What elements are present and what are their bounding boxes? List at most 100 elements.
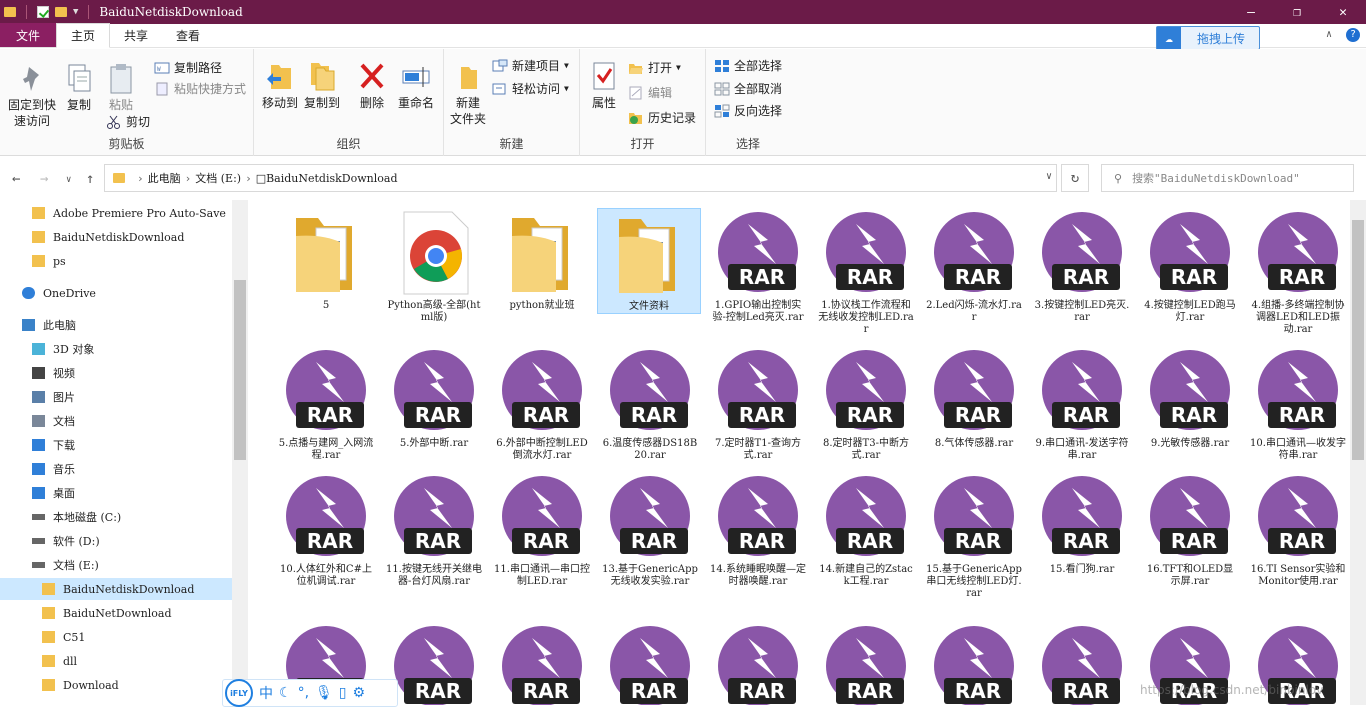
rar-file-item[interactable]: RAR 11.按键无线开关继电器-台灯风扇.rar	[382, 472, 486, 588]
rar-file-item[interactable]: RAR 11.串口通讯—串口控制LED.rar	[490, 472, 594, 588]
rar-file-item[interactable]: RAR 9.串口通讯-发送字符串.rar	[1030, 346, 1134, 462]
rar-file-item[interactable]: RAR 10.串口通讯—收发字符串.rar	[1246, 346, 1350, 462]
sidebar-scroll-thumb[interactable]	[234, 280, 246, 460]
maximize-button[interactable]: ❐	[1274, 0, 1320, 24]
paste-shortcut-button[interactable]: 粘贴快捷方式	[154, 80, 246, 97]
rar-file-item[interactable]: RAR	[490, 622, 594, 705]
moon-icon[interactable]: ☾	[279, 685, 292, 701]
sidebar-item[interactable]: BaiduNetDownload	[42, 602, 172, 624]
refresh-button[interactable]: ↻	[1061, 164, 1089, 192]
search-box[interactable]: ⚲ 搜索"BaiduNetdiskDownload"	[1101, 164, 1354, 192]
close-button[interactable]: ✕	[1320, 0, 1366, 24]
easy-access-button[interactable]: 轻松访问 ▼	[492, 80, 569, 97]
pin-quick-access-button[interactable]: 固定到快速访问	[6, 61, 58, 129]
sidebar-item[interactable]: 本地磁盘 (C:)	[32, 506, 121, 528]
properties-quick-icon[interactable]	[37, 6, 49, 18]
rar-file-item[interactable]: RAR	[814, 622, 918, 705]
recent-locations-icon[interactable]: ∨	[66, 175, 71, 185]
rar-file-item[interactable]: RAR 8.定时器T3-中断方式.rar	[814, 346, 918, 462]
sidebar-item[interactable]: 桌面	[32, 482, 75, 504]
ribbon-collapse-icon[interactable]: ∧	[1326, 29, 1332, 40]
sidebar-item[interactable]: BaiduNetdiskDownload	[32, 226, 184, 248]
properties-button[interactable]: 属性	[586, 59, 622, 111]
rar-file-item[interactable]: RAR 10.人体红外和C#上位机调试.rar	[274, 472, 378, 588]
rar-file-item[interactable]: RAR	[922, 622, 1026, 705]
keyboard-icon[interactable]: ▯	[339, 685, 347, 701]
drag-upload-button[interactable]: ☁ 拖拽上传	[1156, 26, 1260, 50]
rar-file-item[interactable]: RAR	[598, 622, 702, 705]
settings-icon[interactable]: ⚙	[353, 685, 366, 701]
rar-file-item[interactable]: RAR 5.外部中断.rar	[382, 346, 486, 450]
rar-file-item[interactable]: RAR 3.按键控制LED亮灭.rar	[1030, 208, 1134, 324]
file-list-scroll-thumb[interactable]	[1352, 220, 1364, 460]
rar-file-item[interactable]: RAR 9.光敏传感器.rar	[1138, 346, 1242, 450]
punctuation-icon[interactable]: °,	[298, 685, 309, 701]
back-icon[interactable]: ←	[12, 171, 20, 187]
tab-home[interactable]: 主页	[56, 23, 111, 48]
tab-file[interactable]: 文件	[0, 23, 56, 47]
sidebar-item[interactable]: C51	[42, 626, 85, 648]
sidebar-item[interactable]: 3D 对象	[32, 338, 94, 360]
sidebar-item[interactable]: 视频	[32, 362, 75, 384]
microphone-icon[interactable]: 🎙	[315, 685, 333, 701]
breadcrumb-drive-e[interactable]: 文档 (E:)	[195, 170, 241, 186]
address-bar[interactable]: › 此电脑 › 文档 (E:) › □BaiduNetdiskDownload …	[104, 164, 1057, 192]
minimize-button[interactable]: —	[1228, 0, 1274, 24]
sidebar-item[interactable]: 音乐	[32, 458, 75, 480]
sidebar-item[interactable]: Download	[42, 674, 119, 696]
rar-file-item[interactable]: RAR 16.TI Sensor实验和Monitor使用.rar	[1246, 472, 1350, 588]
up-icon[interactable]: ↑	[86, 171, 94, 187]
rar-file-item[interactable]: RAR 7.定时器T1-查询方式.rar	[706, 346, 810, 462]
sidebar-item[interactable]: dll	[42, 650, 77, 672]
select-all-button[interactable]: 全部选择	[714, 57, 782, 74]
delete-button[interactable]: 删除	[354, 59, 390, 111]
rar-file-item[interactable]: RAR 1.GPIO输出控制实验-控制Led亮灭.rar	[706, 208, 810, 324]
select-none-button[interactable]: 全部取消	[714, 80, 782, 97]
rar-file-item[interactable]: RAR 6.外部中断控制LED倒流水灯.rar	[490, 346, 594, 462]
copy-path-button[interactable]: W 复制路径	[154, 59, 222, 76]
address-dropdown-icon[interactable]: ∨	[1046, 171, 1052, 182]
invert-selection-button[interactable]: 反向选择	[714, 102, 782, 119]
new-folder-quick-icon[interactable]	[55, 7, 67, 17]
html-shortcut-item[interactable]: Python高级-全部(html版)	[382, 208, 486, 324]
sidebar-item[interactable]: OneDrive	[22, 282, 96, 304]
sidebar-item[interactable]: 此电脑	[22, 314, 76, 336]
help-icon[interactable]: ?	[1346, 28, 1360, 42]
sidebar-item[interactable]: 文档	[32, 410, 75, 432]
tab-view[interactable]: 查看	[162, 23, 214, 47]
open-button[interactable]: 打开 ▼	[628, 59, 681, 76]
sidebar-item[interactable]: BaiduNetdiskDownload	[0, 578, 232, 600]
rar-file-item[interactable]: RAR 1.协议栈工作流程和无线收发控制LED.rar	[814, 208, 918, 336]
new-item-button[interactable]: 新建项目 ▼	[492, 57, 569, 74]
forward-icon[interactable]: →	[40, 171, 48, 187]
customize-quick-access-icon[interactable]: ▼	[73, 7, 78, 17]
history-button[interactable]: 历史记录	[628, 109, 696, 126]
ime-language-toggle[interactable]: 中	[259, 683, 273, 703]
paste-button[interactable]: 粘贴	[104, 61, 138, 113]
rar-file-item[interactable]: RAR 2.Led闪烁-流水灯.rar	[922, 208, 1026, 324]
rar-file-item[interactable]: RAR 4.组播-多终端控制协调器LED和LED振动.rar	[1246, 208, 1350, 336]
cut-button[interactable]: 剪切	[106, 113, 150, 130]
sidebar-item[interactable]: Adobe Premiere Pro Auto-Save	[32, 202, 226, 224]
sidebar-item[interactable]: ps	[32, 250, 66, 272]
edit-button[interactable]: 编辑	[628, 84, 672, 101]
sidebar-item[interactable]: 下载	[32, 434, 75, 456]
rar-file-item[interactable]: RAR 15.看门狗.rar	[1030, 472, 1134, 576]
tab-share[interactable]: 共享	[110, 23, 162, 47]
sidebar-item[interactable]: 软件 (D:)	[32, 530, 100, 552]
sidebar-item[interactable]: 图片	[32, 386, 75, 408]
rename-button[interactable]: 重命名	[394, 59, 438, 111]
folder-item[interactable]: python就业班	[490, 208, 594, 312]
ifly-logo-icon[interactable]: iFLY	[225, 679, 253, 707]
rar-file-item[interactable]: RAR 14.新建自己的Zstack工程.rar	[814, 472, 918, 588]
rar-file-item[interactable]: RAR 13.基于GenericApp无线收发实验.rar	[598, 472, 702, 588]
breadcrumb-current[interactable]: □BaiduNetdiskDownload	[256, 172, 398, 185]
rar-file-item[interactable]: RAR 14.系统睡眠唤醒—定时器唤醒.rar	[706, 472, 810, 588]
rar-file-item[interactable]: RAR	[706, 622, 810, 705]
move-to-button[interactable]: 移动到	[260, 59, 300, 111]
copy-to-button[interactable]: 复制到	[302, 59, 342, 111]
rar-file-item[interactable]: RAR 5.点播与建网_入网流程.rar	[274, 346, 378, 462]
sidebar-item[interactable]: 文档 (E:)	[32, 554, 99, 576]
rar-file-item[interactable]: RAR 8.气体传感器.rar	[922, 346, 1026, 450]
rar-file-item[interactable]: RAR 16.TFT和OLED显示屏.rar	[1138, 472, 1242, 588]
